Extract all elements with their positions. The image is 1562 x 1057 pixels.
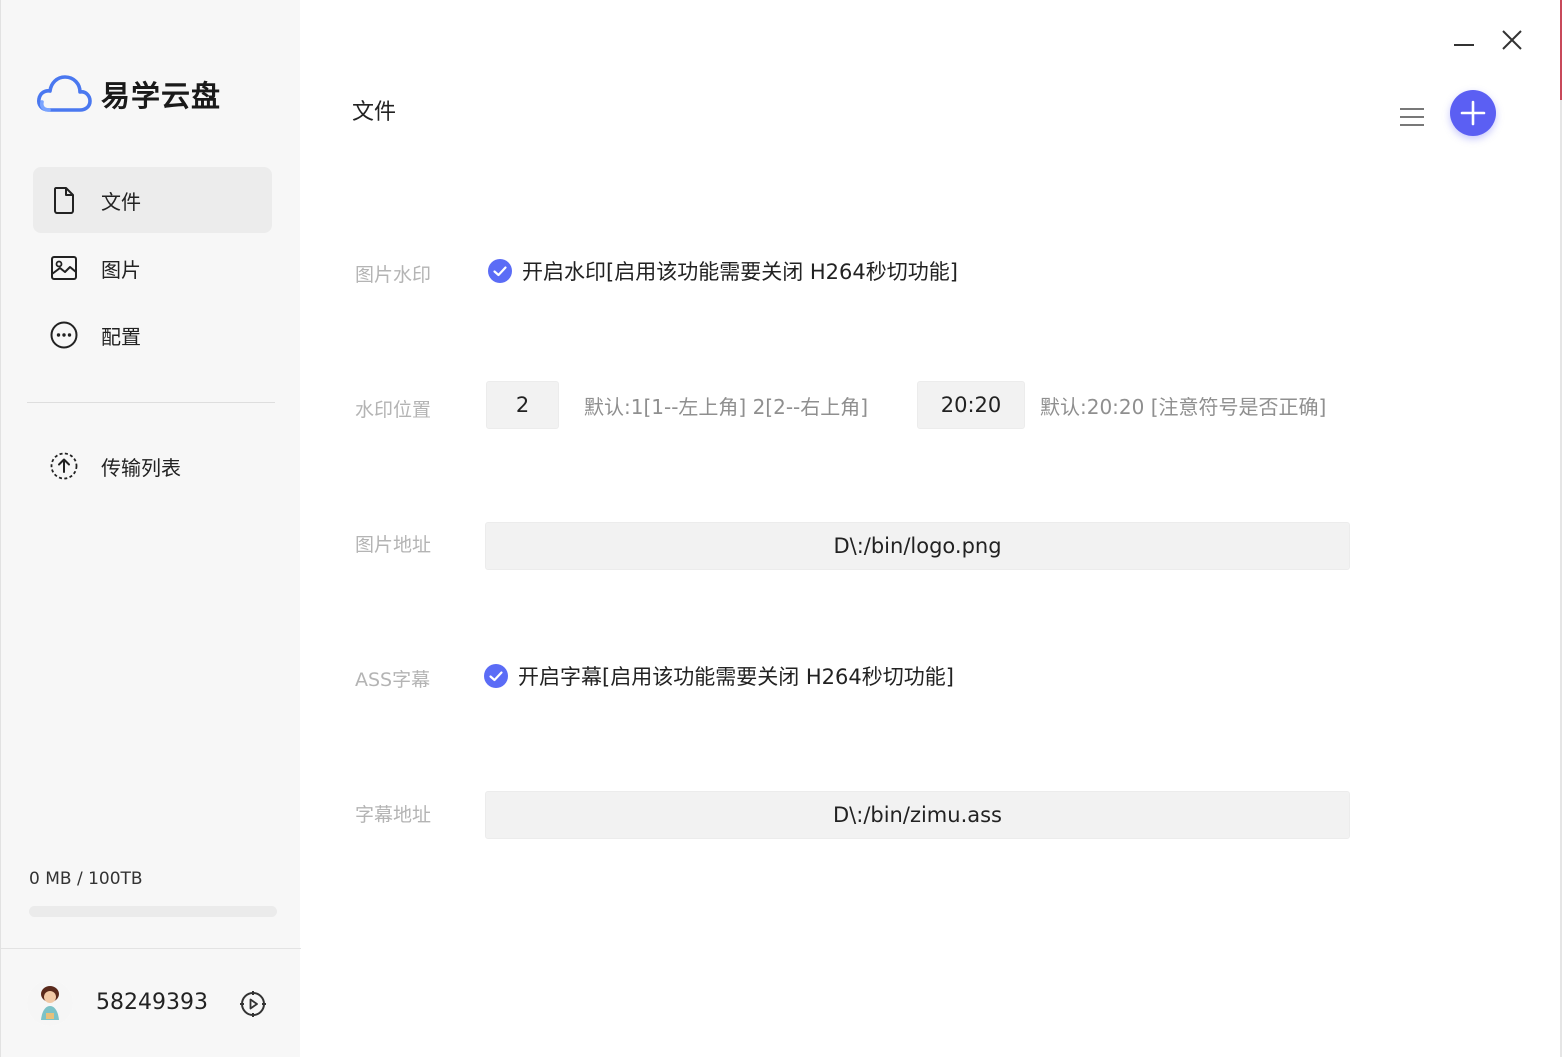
avatar[interactable] <box>27 980 73 1026</box>
subtitle-checkbox-text: 开启字幕[启用该功能需要关闭 H264秒切功能] <box>518 665 954 689</box>
menu-icon <box>1400 108 1424 126</box>
watermark-position-input[interactable] <box>486 381 559 429</box>
sidebar-item-label: 图片 <box>101 257 141 282</box>
sidebar-item-transfer-list[interactable]: 传输列表 <box>33 433 272 499</box>
plus-icon <box>1460 100 1486 126</box>
sidebar-divider <box>27 402 275 403</box>
close-button[interactable] <box>1496 24 1528 56</box>
sidebar-item-file[interactable]: 文件 <box>33 167 272 233</box>
user-id: 58249393 <box>96 990 208 1015</box>
offset-hint: 默认:20:20 [注意符号是否正确] <box>1040 395 1327 419</box>
watermark-checkbox-text: 开启水印[启用该功能需要关闭 H264秒切功能] <box>522 260 958 284</box>
user-divider <box>1 948 301 949</box>
subtitle-path-input[interactable] <box>485 791 1350 839</box>
gear-icon <box>240 991 266 1017</box>
more-circle-icon <box>50 321 78 349</box>
watermark-checkbox[interactable]: 开启水印[启用该功能需要关闭 H264秒切功能] <box>487 256 958 286</box>
cloud-logo-icon <box>37 75 92 112</box>
menu-button[interactable] <box>1395 100 1429 134</box>
checkbox-checked-icon <box>488 259 512 283</box>
watermark-label: 图片水印 <box>355 264 432 286</box>
storage-usage-text: 0 MB / 100TB <box>29 869 143 889</box>
settings-button[interactable] <box>238 989 268 1019</box>
page-title: 文件 <box>352 100 397 125</box>
app-name: 易学云盘 <box>101 79 222 113</box>
minimize-button[interactable] <box>1448 28 1480 60</box>
storage-progress-bar <box>29 906 277 917</box>
checkbox-checked-icon <box>484 664 508 688</box>
image-icon <box>51 256 77 280</box>
position-hint: 默认:1[1--左上角] 2[2--右上角] <box>584 395 869 419</box>
sidebar: 易学云盘 文件 图片 配置 传输列表 0 MB / 100TB 58249393 <box>0 0 301 1057</box>
close-icon <box>1502 30 1522 50</box>
sidebar-item-config[interactable]: 配置 <box>33 302 272 368</box>
sidebar-item-label: 文件 <box>101 189 141 214</box>
app-window: 易学云盘 文件 图片 配置 传输列表 0 MB / 100TB 58249393… <box>0 0 1562 1057</box>
watermark-offset-input[interactable] <box>917 381 1025 429</box>
subtitle-checkbox[interactable]: 开启字幕[启用该功能需要关闭 H264秒切功能] <box>483 661 954 691</box>
upload-circle-icon <box>50 452 78 480</box>
position-label: 水印位置 <box>355 399 432 421</box>
minimize-icon <box>1454 44 1474 46</box>
image-path-label: 图片地址 <box>355 534 432 556</box>
image-path-input[interactable] <box>485 522 1350 570</box>
sidebar-item-image[interactable]: 图片 <box>33 235 272 301</box>
file-icon <box>54 187 74 214</box>
avatar-icon <box>27 980 73 1026</box>
sidebar-item-label: 配置 <box>101 324 141 349</box>
brand: 易学云盘 <box>35 72 221 116</box>
sidebar-item-label: 传输列表 <box>101 455 181 480</box>
subtitle-path-label: 字幕地址 <box>355 804 432 826</box>
ass-label: ASS字幕 <box>355 669 431 691</box>
add-button[interactable] <box>1450 90 1496 136</box>
